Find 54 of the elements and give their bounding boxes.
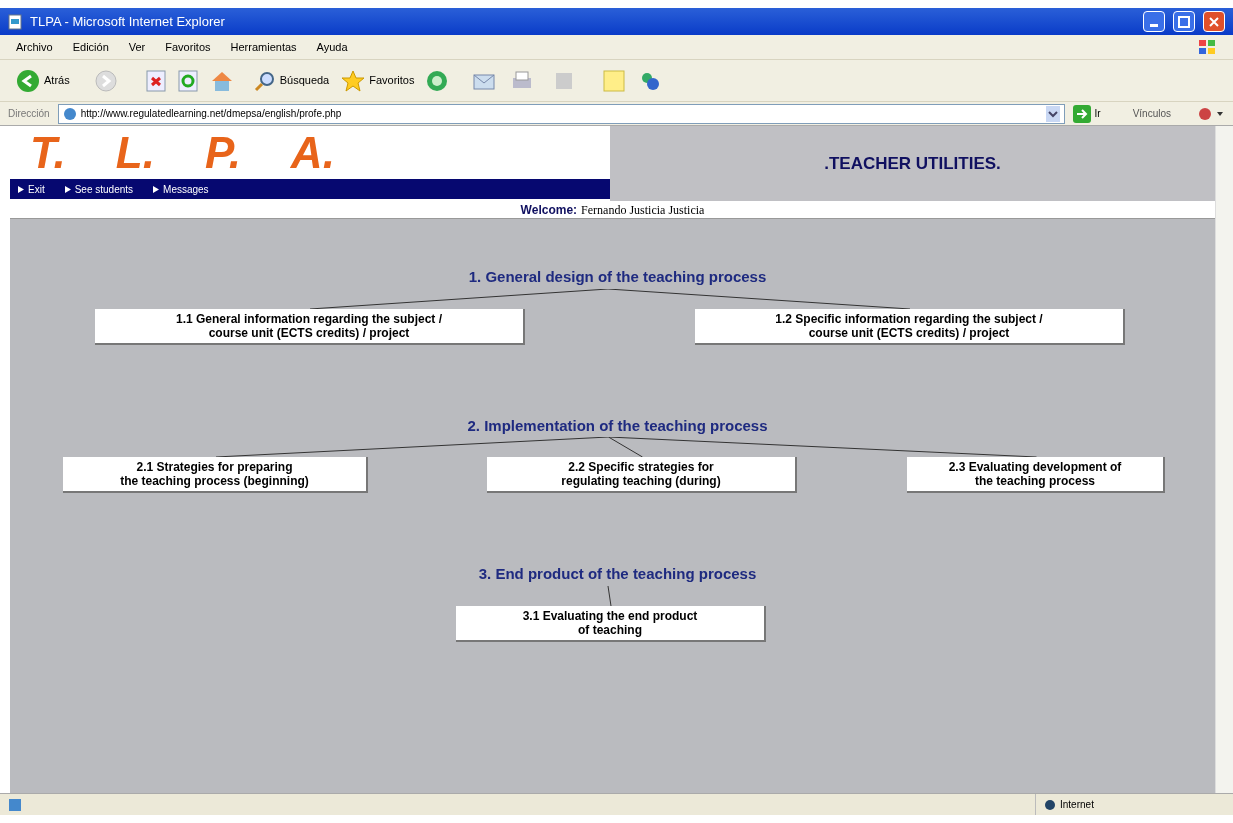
scrollbar[interactable] <box>1215 126 1233 793</box>
globe-icon <box>1044 798 1056 811</box>
topic-button[interactable]: 1.1 General information regarding the subject / course unit (ECTS credits) / project <box>95 308 525 345</box>
windows-logo-icon <box>1197 38 1217 56</box>
topic-button[interactable]: 2.2 Specific strategies for regulating teaching (during) <box>487 457 797 493</box>
refresh-icon[interactable] <box>177 69 198 92</box>
dropdown-icon[interactable] <box>1045 105 1060 122</box>
search-button[interactable]: Búsqueda <box>253 69 330 92</box>
logo-letter: A. <box>290 130 335 175</box>
triangle-icon <box>64 185 71 193</box>
welcome-label: Welcome: <box>520 201 578 219</box>
section-heading: 3. End product of the teaching process <box>477 564 757 584</box>
stop-icon[interactable] <box>145 69 166 92</box>
links-label[interactable]: Vínculos <box>1132 106 1187 121</box>
page-status-icon <box>8 797 22 812</box>
topic-button[interactable]: 1.2 Specific information regarding the subject / course unit (ECTS credits) / project <box>695 308 1125 345</box>
address-label: Dirección <box>8 107 50 121</box>
nav-link[interactable]: See students <box>64 181 134 197</box>
connector-lines <box>607 585 612 606</box>
minimize-button[interactable] <box>1143 11 1165 32</box>
media-icon[interactable] <box>426 69 449 92</box>
window-title: TLPA - Microsoft Internet Explorer <box>30 12 225 31</box>
search-icon <box>253 69 276 92</box>
nav-link[interactable]: Messages <box>153 181 209 197</box>
favorites-button[interactable]: Favoritos <box>341 69 415 92</box>
star-icon <box>341 69 366 92</box>
nav-link[interactable]: Exit <box>18 181 45 197</box>
page-icon <box>62 106 77 121</box>
menu-item[interactable]: Ver <box>128 38 146 56</box>
user-name: Fernando Justicia Justicia <box>581 201 705 219</box>
topic-button[interactable]: 2.3 Evaluating development of the teaching process <box>907 457 1165 493</box>
back-button[interactable]: Atrás <box>16 68 70 93</box>
triangle-icon <box>18 185 24 193</box>
menu-item[interactable]: Herramientas <box>230 38 297 56</box>
section-heading: 2. Implementation of the teaching process <box>466 415 768 436</box>
maximize-button[interactable] <box>1173 11 1195 32</box>
close-button[interactable] <box>1203 11 1225 32</box>
logo-letter: P. <box>204 130 241 175</box>
logo-letter: L. <box>115 130 155 175</box>
page-title: .TEACHER UTILITIES. <box>824 152 1001 175</box>
section-heading: 1. General design of the teaching process <box>467 267 767 287</box>
triangle-icon <box>153 185 160 193</box>
close-icon <box>1209 16 1219 27</box>
logo-letter: T. <box>30 130 66 175</box>
go-button[interactable]: Ir <box>1072 104 1125 123</box>
menu-item[interactable]: Favoritos <box>165 38 211 56</box>
address-field[interactable]: http://www.regulatedlearning.net/dmepsa/english/profe.php <box>57 103 1065 124</box>
topic-button[interactable]: 3.1 Evaluating the end product of teaching <box>456 605 766 642</box>
menu-item[interactable]: Ayuda <box>316 38 348 56</box>
topic-button[interactable]: 2.1 Strategies for preparing the teaching process (beginning) <box>63 457 368 493</box>
menu-item[interactable]: Archivo <box>16 38 53 56</box>
page-icon <box>8 13 22 30</box>
menu-item[interactable]: Edición <box>72 38 109 56</box>
zone-label: Internet <box>1060 798 1094 812</box>
